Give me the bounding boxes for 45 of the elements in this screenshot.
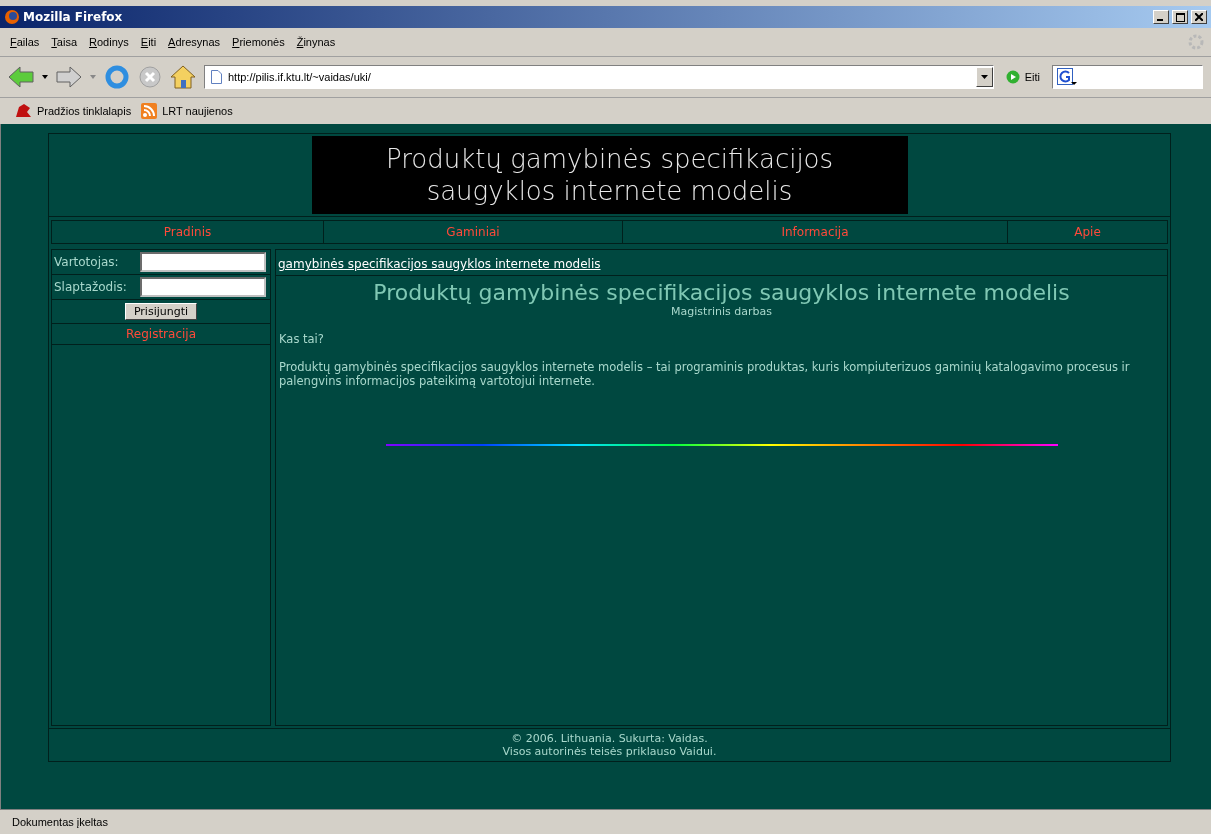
menu-item[interactable]: Priemonės	[228, 34, 289, 50]
menu-item[interactable]: Rodinys	[85, 34, 133, 50]
maximize-button[interactable]	[1172, 10, 1188, 24]
login-button[interactable]: Prisijungti	[124, 303, 198, 320]
search-engine-icon	[1057, 68, 1077, 86]
menu-item[interactable]: Adresynas	[164, 34, 225, 50]
close-icon	[1195, 13, 1203, 21]
back-icon[interactable]	[8, 66, 34, 88]
password-field[interactable]	[140, 277, 266, 297]
banner-title: saugyklos internete modelis	[426, 175, 793, 207]
banner-title: Produktų gamybinės specifikacijos	[385, 143, 834, 175]
password-label: Slaptažodis:	[54, 280, 128, 294]
home-icon[interactable]	[170, 65, 196, 89]
page-icon	[211, 70, 222, 84]
dropdown-button[interactable]	[975, 67, 993, 87]
close-button[interactable]	[1191, 10, 1207, 24]
bookmark-item[interactable]: Pradžios tinklalapis	[14, 103, 132, 119]
question-text: Kas tai?	[278, 332, 325, 346]
footer-text: Visos autorinės teisės priklauso Vaidui.	[502, 745, 717, 758]
username-label: Vartotojas:	[54, 255, 120, 269]
go-button[interactable]: Eiti	[1001, 70, 1044, 84]
menu-item[interactable]: Failas	[6, 34, 44, 50]
throbber-icon	[1187, 33, 1205, 51]
caret-icon	[980, 75, 988, 79]
maximize-icon	[1175, 12, 1185, 22]
minimize-button[interactable]	[1153, 10, 1169, 24]
address-field[interactable]: http://pilis.if.ktu.lt/~vaidas/uki/	[204, 65, 994, 89]
stop-icon[interactable]	[138, 65, 162, 89]
play-icon	[1005, 70, 1020, 84]
username-field[interactable]	[140, 252, 266, 272]
breadcrumb-link[interactable]: gamybinės specifikacijos saugyklos internete modelis	[278, 257, 601, 271]
menu-item[interactable]: Taisa	[47, 34, 82, 50]
search-field[interactable]	[1052, 65, 1203, 89]
page-subheading: Magistrinis darbas	[670, 305, 773, 318]
forward-icon[interactable]	[56, 66, 82, 88]
footer-text: © 2006. Lithuania. Sukurta: Vaidas.	[511, 732, 708, 745]
page-heading: Produktų gamybinės specifikacijos saugyklos internete modelis	[372, 280, 1071, 305]
menu-item[interactable]: Žinynas	[292, 34, 340, 50]
status-text: Dokumentas įkeltas	[12, 816, 108, 828]
caret-icon[interactable]	[42, 75, 48, 79]
window-title: Mozilla Firefox	[23, 10, 124, 24]
description-text: Produktų gamybinės specifikacijos saugyklos internete modelis – tai programinis produktas, kuris kompiuterizuos gaminių katalogavimo procesus ir palengvins informacijos pateikimą vartotojui internete.	[278, 360, 1131, 388]
bookmark-item[interactable]: LRT naujienos	[141, 103, 233, 119]
rss-feed-icon	[141, 103, 158, 119]
menu-item[interactable]: Eiti	[136, 34, 161, 50]
